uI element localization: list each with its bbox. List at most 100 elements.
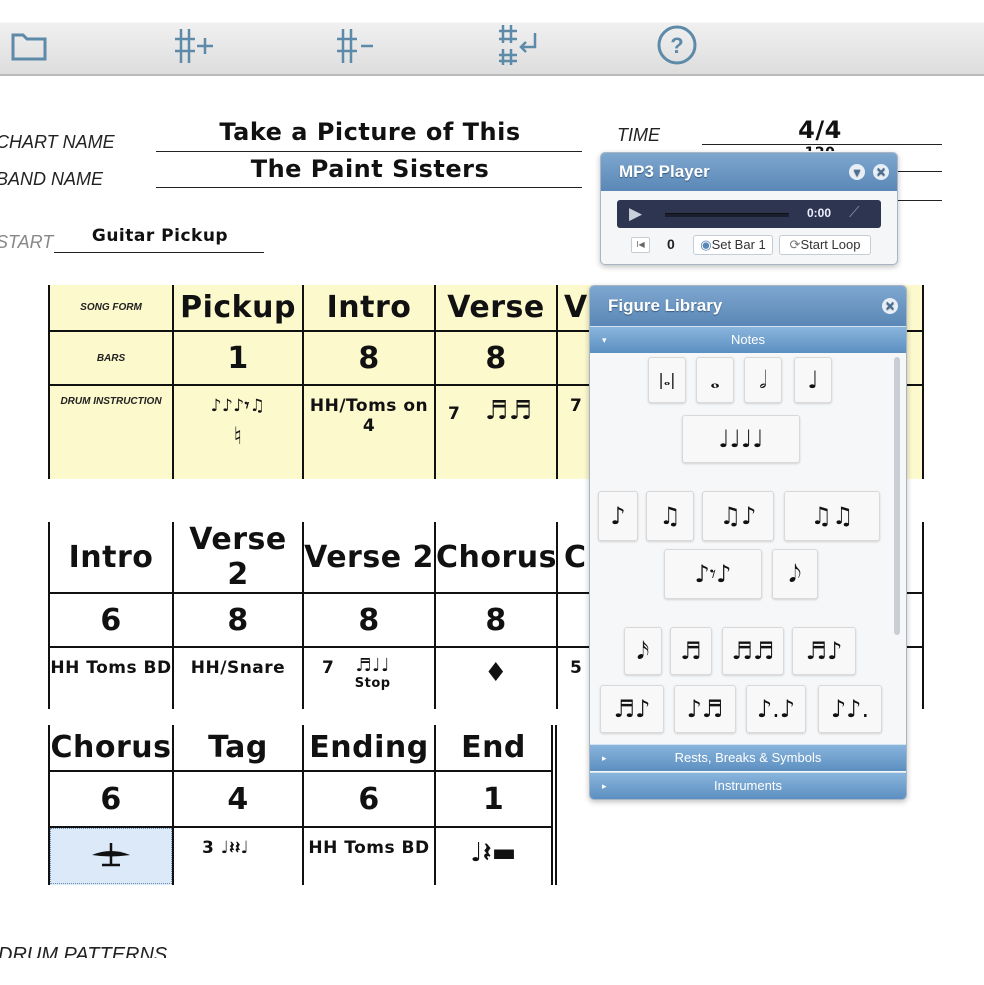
half-note-figure[interactable]: 𝅗𝅥 <box>744 357 782 403</box>
set-bar-icon: ◉ <box>700 237 712 252</box>
four-quarter-notes-figure[interactable]: ♩♩♩♩ <box>682 415 800 463</box>
cowbell-icon: ♦ <box>484 658 508 688</box>
tempo-value-partial[interactable]: 120 <box>700 145 940 151</box>
bar-count: 7 <box>448 404 461 424</box>
folder-icon <box>5 27 49 68</box>
instruction-cell-selected[interactable] <box>48 827 174 885</box>
instruction-cell[interactable]: 7 ♬♩♩ Stop <box>302 647 436 709</box>
mute-icon[interactable]: ⟋ <box>849 204 860 221</box>
bars-cell[interactable]: 6 <box>48 771 174 828</box>
two-sixteenth-notes-figure[interactable]: ♬ <box>670 627 712 675</box>
section-cell[interactable]: Verse <box>434 285 558 332</box>
bars-cell[interactable]: 8 <box>302 593 436 648</box>
bars-cell[interactable]: 1 <box>434 771 557 828</box>
song-form-label: SONG FORM <box>48 285 174 332</box>
whole-note-figure[interactable]: 𝅝 <box>696 357 734 403</box>
close-icon[interactable]: ✕ <box>882 298 898 314</box>
band-name-value[interactable]: The Paint Sisters <box>160 155 580 183</box>
progress-track[interactable] <box>665 213 789 217</box>
bars-cell[interactable]: 8 <box>434 593 558 648</box>
eighth-note-figure[interactable]: ♪ <box>598 491 638 541</box>
loop-icon: ⟳ <box>789 237 801 252</box>
play-icon[interactable]: ▶ <box>629 204 642 224</box>
open-button[interactable] <box>2 26 52 68</box>
dotted-eighth-figure[interactable]: ♪.♪ <box>746 685 806 733</box>
playback-time: 0:00 <box>807 206 832 220</box>
chart-name-underline <box>156 151 582 152</box>
time-value[interactable]: 4/4 <box>700 116 940 144</box>
drum-instruction-label: DRUM INSTRUCTION <box>48 385 174 479</box>
instruction-cell[interactable]: ♦ <box>434 647 558 709</box>
instruction-cell[interactable]: HH/Toms on 4 <box>302 385 436 479</box>
rewind-icon[interactable]: I◀ <box>631 237 650 253</box>
bars-cell[interactable]: 1 <box>172 331 304 386</box>
notes-section-header[interactable]: ▾ Notes <box>590 326 906 353</box>
section-cell[interactable]: Verse 2 <box>302 522 436 594</box>
insert-line-button[interactable] <box>492 24 542 68</box>
double-whole-note-figure[interactable]: |𝅝| <box>648 357 686 403</box>
chart-name-value[interactable]: Take a Picture of This <box>160 118 580 146</box>
collapse-icon[interactable]: ▾ <box>849 164 865 180</box>
instruction-cell[interactable]: HH Toms BD <box>302 827 436 885</box>
section-cell[interactable]: End <box>434 725 557 772</box>
bars-cell[interactable]: 4 <box>172 771 304 828</box>
bars-cell[interactable]: 8 <box>172 593 304 648</box>
section-cell[interactable]: Pickup <box>172 285 304 332</box>
two-eighth-notes-figure[interactable]: ♫ <box>646 491 694 541</box>
section-cell[interactable]: Chorus <box>434 522 558 594</box>
svg-text:?: ? <box>670 33 683 58</box>
instruction-cell[interactable]: HH/Snare <box>172 647 304 709</box>
crash-cymbal-icon <box>92 843 130 867</box>
drum-patterns-label: DRUM PATTERNS <box>0 944 168 958</box>
eighth-rest-eighth-figure[interactable]: ♪𝄾♪ <box>664 549 762 599</box>
rests-breaks-symbols-section-header[interactable]: ▸ Rests, Breaks & Symbols <box>590 744 906 771</box>
instruction-cell[interactable]: 3 ♩𝄽𝄽♩ <box>172 827 304 885</box>
expand-arrow-icon: ▸ <box>602 781 607 791</box>
bars-cell[interactable]: 8 <box>434 331 558 386</box>
insert-line-icon <box>495 23 539 72</box>
mp3-player-title: MP3 Player <box>619 162 710 181</box>
bars-cell[interactable]: 6 <box>302 771 436 828</box>
bars-cell[interactable]: 8 <box>302 331 436 386</box>
set-bar-button[interactable]: ◉Set Bar 1 <box>693 235 773 255</box>
mp3-player-titlebar[interactable]: MP3 Player ▾ ✕ <box>601 153 897 191</box>
three-sixteenth-notes-figure[interactable]: ♬♪ <box>792 627 856 675</box>
instruction-cell[interactable]: 7 ♬♬ <box>434 385 558 479</box>
instruction-cell[interactable]: HH Toms BD <box>48 647 174 709</box>
section-cell[interactable]: Tag <box>172 725 304 772</box>
quarter-note-figure[interactable]: ♩ <box>794 357 832 403</box>
section-cell[interactable]: Verse 2 <box>172 522 304 594</box>
sixteenth-pattern-figure[interactable]: ♬♪ <box>600 685 664 733</box>
band-name-label: BAND NAME <box>0 169 104 189</box>
remove-line-button[interactable] <box>330 26 380 68</box>
add-line-icon <box>171 25 215 70</box>
close-icon[interactable]: ✕ <box>873 164 889 180</box>
bars-cell[interactable]: 6 <box>48 593 174 648</box>
sixteenth-pattern-figure[interactable]: ♪♬ <box>674 685 736 733</box>
scrollbar-thumb[interactable] <box>894 357 900 635</box>
dotted-eighth-figure[interactable]: ♪♪. <box>818 685 882 733</box>
grace-note-figure[interactable]: 𝅘𝅥𝅮 <box>772 549 818 599</box>
four-eighth-notes-figure[interactable]: ♫♫ <box>784 491 880 541</box>
bar-number: 0 <box>667 236 675 252</box>
instruction-cell[interactable]: ♪♪♪𝄾♫ ♮ <box>172 385 304 479</box>
figure-library-titlebar[interactable]: Figure Library ✕ <box>590 286 906 326</box>
time-label: TIME <box>617 125 660 145</box>
add-line-button[interactable] <box>168 26 218 68</box>
mp3-player-panel: MP3 Player ▾ ✕ ▶ 0:00 ⟋ I◀ 0 ◉Set Bar 1 … <box>600 152 898 265</box>
three-eighth-notes-figure[interactable]: ♫♪ <box>702 491 774 541</box>
band-name-underline <box>156 187 582 188</box>
notation-figure: ♪♪♪𝄾♫ <box>210 396 266 416</box>
help-button[interactable]: ? <box>652 25 702 68</box>
four-sixteenth-notes-figure[interactable]: ♬♬ <box>722 627 784 675</box>
section-cell[interactable]: Chorus <box>48 725 174 772</box>
sixteenth-note-figure[interactable]: 𝅘𝅥𝅯 <box>624 627 662 675</box>
section-cell[interactable]: Intro <box>302 285 436 332</box>
instruments-section-header[interactable]: ▸ Instruments <box>590 772 906 799</box>
section-cell[interactable]: Intro <box>48 522 174 594</box>
start-value[interactable]: Guitar Pickup <box>60 226 260 246</box>
start-loop-button[interactable]: ⟳Start Loop <box>779 235 871 255</box>
instruction-cell[interactable]: ♩𝄽▬ <box>434 827 557 885</box>
section-cell[interactable]: Ending <box>302 725 436 772</box>
notation-figure: ♬♩♩ Stop <box>354 655 391 692</box>
